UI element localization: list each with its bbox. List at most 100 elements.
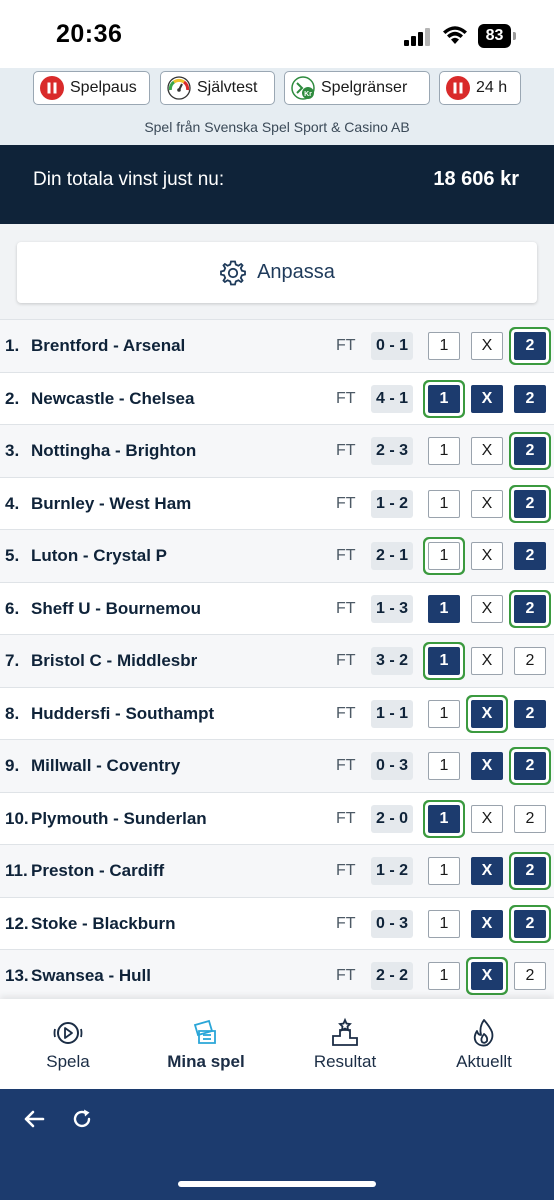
reload-icon[interactable] bbox=[70, 1107, 94, 1131]
customize-button[interactable]: Anpassa bbox=[17, 242, 537, 303]
match-number: 12. bbox=[5, 913, 29, 933]
podium-icon bbox=[332, 1017, 358, 1046]
back-arrow-icon[interactable] bbox=[22, 1107, 46, 1131]
selection-x[interactable]: X bbox=[471, 542, 503, 570]
selection-x[interactable]: X bbox=[471, 699, 503, 728]
selection-2[interactable]: 2 bbox=[514, 542, 546, 570]
match-teams: Newcastle - Chelsea bbox=[31, 388, 195, 408]
match-row: 1. Brentford - Arsenal FT 0 - 1 1X2 bbox=[0, 319, 554, 372]
selection-1[interactable]: 1 bbox=[428, 752, 460, 780]
play-icon bbox=[53, 1022, 83, 1044]
match-score: 3 - 2 bbox=[371, 647, 413, 675]
selection-1[interactable]: 1 bbox=[428, 909, 460, 938]
match-teams: Luton - Crystal P bbox=[31, 546, 168, 565]
flame-icon bbox=[473, 1019, 494, 1047]
selection-1[interactable]: 1 bbox=[428, 647, 460, 675]
selection-2[interactable]: 2 bbox=[514, 647, 546, 675]
selection-2[interactable]: 2 bbox=[514, 752, 546, 780]
selection-2[interactable]: 2 bbox=[514, 857, 546, 885]
selection-2[interactable]: 2 bbox=[514, 804, 546, 833]
selection-2[interactable]: 2 bbox=[514, 699, 546, 728]
selection-x[interactable]: X bbox=[471, 489, 503, 518]
selection-x[interactable]: X bbox=[471, 962, 503, 990]
pause-icon bbox=[40, 76, 64, 100]
selection-1[interactable]: 1 bbox=[428, 804, 460, 833]
selection-1[interactable]: 1 bbox=[428, 489, 460, 518]
selection-2[interactable]: 2 bbox=[514, 437, 546, 465]
match-number: 8. bbox=[5, 703, 20, 723]
selection-1[interactable]: 1 bbox=[428, 542, 460, 570]
match-row: 3. Nottingha - Brighton FT 2 - 3 1X2 bbox=[0, 424, 554, 477]
tickets-icon bbox=[193, 1019, 216, 1044]
match-score: 1 - 1 bbox=[371, 699, 413, 728]
selection-x[interactable]: X bbox=[471, 752, 503, 780]
selection-x[interactable]: X bbox=[471, 384, 503, 413]
match-row: 7. Bristol C - Middlesbr FT 3 - 2 1X2 bbox=[0, 634, 554, 687]
wifi-icon bbox=[443, 26, 467, 44]
match-status: FT bbox=[336, 494, 356, 512]
match-row: 2. Newcastle - Chelsea FT 4 - 1 1X2 bbox=[0, 371, 554, 424]
match-score: 2 - 0 bbox=[371, 804, 413, 833]
selection-1[interactable]: 1 bbox=[428, 437, 460, 465]
selection-x[interactable]: X bbox=[471, 437, 503, 465]
match-status: FT bbox=[336, 547, 356, 564]
match-row: 8. Huddersfi - Southampt FT 1 - 1 1X2 bbox=[0, 686, 554, 739]
selection-2[interactable]: 2 bbox=[514, 332, 546, 360]
selection-1[interactable]: 1 bbox=[428, 699, 460, 728]
pause-icon bbox=[446, 76, 470, 100]
selection-1[interactable]: 1 bbox=[428, 384, 460, 413]
match-score: 1 - 2 bbox=[371, 857, 413, 885]
selection-x[interactable]: X bbox=[471, 594, 503, 623]
match-number: 13. bbox=[5, 966, 29, 985]
status-time: 20:36 bbox=[56, 20, 123, 48]
match-status: FT bbox=[336, 862, 356, 879]
selection-2[interactable]: 2 bbox=[514, 909, 546, 938]
selection-x[interactable]: X bbox=[471, 909, 503, 938]
selection-x[interactable]: X bbox=[471, 332, 503, 360]
match-row: 6. Sheff U - Bournemou FT 1 - 3 1X2 bbox=[0, 581, 554, 634]
match-teams: Millwall - Coventry bbox=[31, 756, 181, 775]
sjalvtest-button[interactable]: Självtest bbox=[160, 71, 275, 105]
pause-24h-button[interactable]: 24 h bbox=[439, 71, 521, 105]
battery-icon: 83 bbox=[478, 24, 518, 48]
selection-x[interactable]: X bbox=[471, 857, 503, 885]
selection-2[interactable]: 2 bbox=[514, 489, 546, 518]
selection-1[interactable]: 1 bbox=[428, 332, 460, 360]
selection-2[interactable]: 2 bbox=[514, 384, 546, 413]
match-score: 4 - 1 bbox=[371, 384, 413, 413]
nav-aktuellt[interactable]: Aktuellt bbox=[424, 1017, 544, 1072]
selection-1[interactable]: 1 bbox=[428, 594, 460, 623]
match-status: FT bbox=[336, 757, 356, 774]
match-score: 0 - 3 bbox=[371, 752, 413, 780]
responsible-gaming-bar: Spelpaus Självtest Kr Spelgränser 24 h S… bbox=[0, 68, 554, 145]
selection-1[interactable]: 1 bbox=[428, 857, 460, 885]
nav-mina-spel[interactable]: Mina spel bbox=[146, 1017, 266, 1072]
selection-x[interactable]: X bbox=[471, 647, 503, 675]
match-row: 4. Burnley - West Ham FT 1 - 2 1X2 bbox=[0, 476, 554, 529]
match-number: 10. bbox=[5, 808, 29, 828]
match-teams: Nottingha - Brighton bbox=[31, 441, 197, 460]
status-bar: 20:36 83 bbox=[0, 0, 554, 68]
match-row: 9. Millwall - Coventry FT 0 - 3 1X2 bbox=[0, 739, 554, 792]
customize-label: Anpassa bbox=[257, 261, 335, 283]
match-number: 2. bbox=[5, 388, 20, 408]
match-teams: Burnley - West Ham bbox=[31, 493, 192, 513]
match-status: FT bbox=[336, 967, 356, 984]
spelgranser-button[interactable]: Kr Spelgränser bbox=[284, 71, 430, 105]
nav-resultat[interactable]: Resultat bbox=[285, 1017, 405, 1072]
nav-spela[interactable]: Spela bbox=[8, 1017, 128, 1072]
match-row: 11. Preston - Cardiff FT 1 - 2 1X2 bbox=[0, 844, 554, 897]
selection-2[interactable]: 2 bbox=[514, 594, 546, 623]
match-number: 1. bbox=[5, 336, 20, 355]
coupon-content[interactable]: Anpassa 1. Brentford - Arsenal FT 0 - 11X22… bbox=[0, 224, 554, 999]
match-status: FT bbox=[336, 599, 356, 617]
nav-spela-label: Spela bbox=[46, 1052, 90, 1071]
spelpaus-button[interactable]: Spelpaus bbox=[33, 71, 150, 105]
match-row: 12. Stoke - Blackburn FT 0 - 3 1X2 bbox=[0, 896, 554, 949]
spelgranser-label: Spelgränser bbox=[321, 79, 408, 96]
selection-2[interactable]: 2 bbox=[514, 962, 546, 990]
selection-x[interactable]: X bbox=[471, 804, 503, 833]
selection-1[interactable]: 1 bbox=[428, 962, 460, 990]
spelpaus-label: Spelpaus bbox=[70, 79, 137, 96]
sjalvtest-label: Självtest bbox=[197, 79, 258, 96]
